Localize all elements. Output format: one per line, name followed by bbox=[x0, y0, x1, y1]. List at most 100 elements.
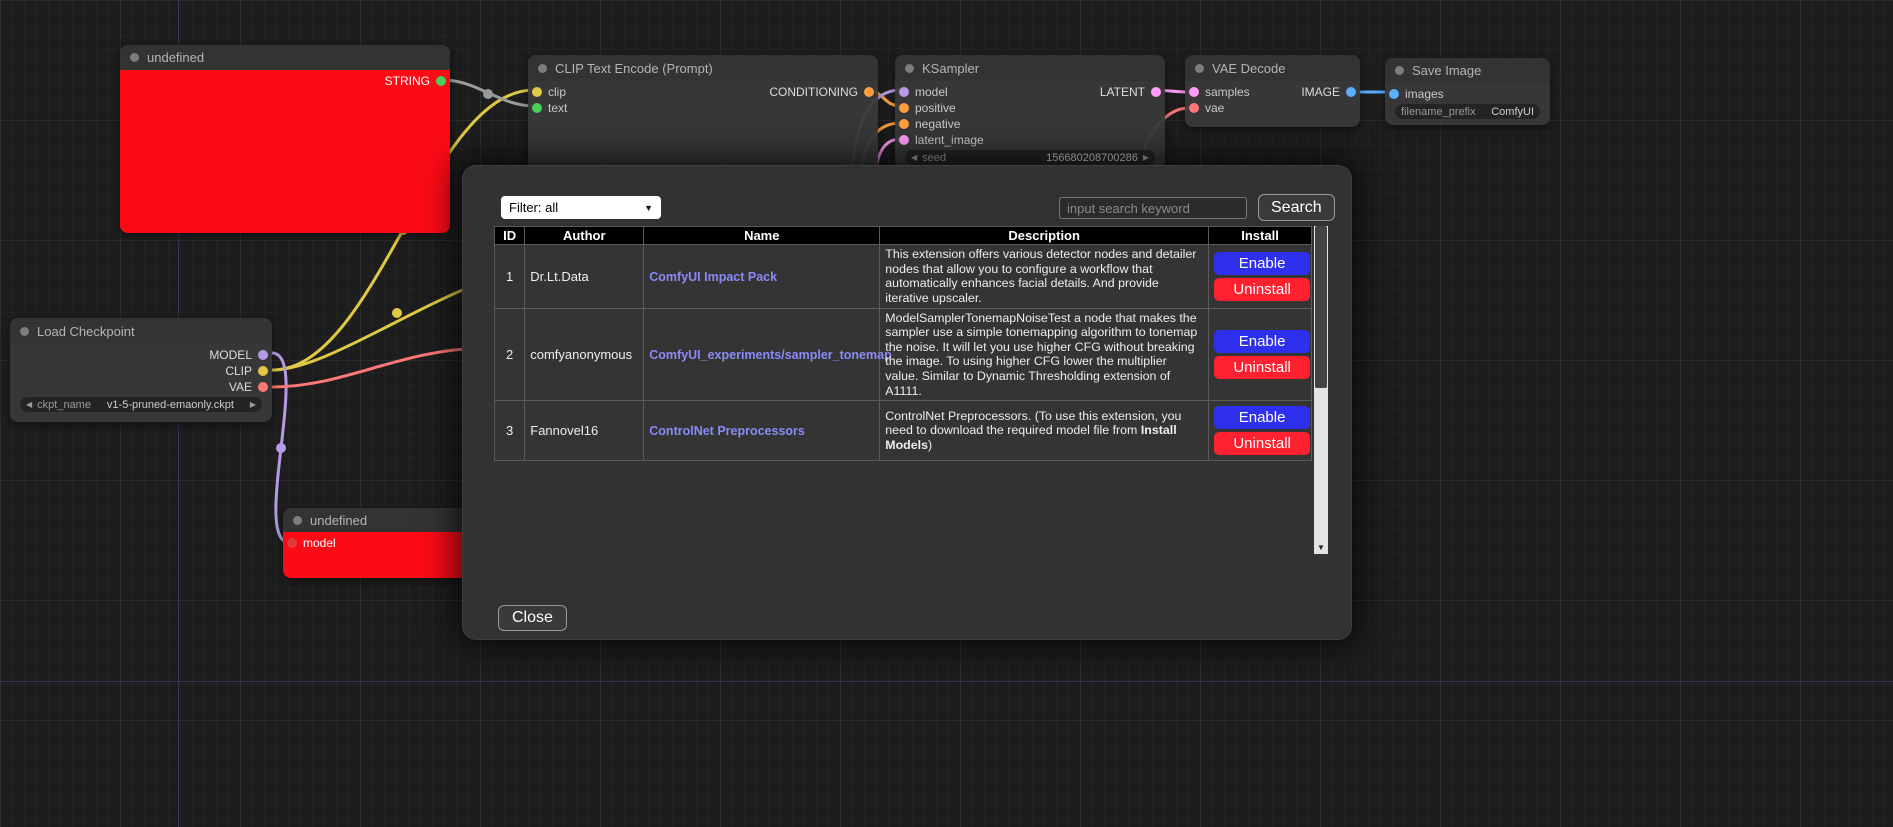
output-dot-vae[interactable] bbox=[258, 382, 268, 392]
enable-button[interactable]: Enable bbox=[1214, 252, 1310, 275]
link-midpoint-dot[interactable] bbox=[483, 89, 493, 99]
seed-widget-label: seed bbox=[922, 152, 946, 164]
seed-increment-arrow[interactable]: ▶ bbox=[1143, 154, 1149, 162]
scrollbar[interactable]: ▼ bbox=[1314, 226, 1328, 554]
node-title: VAE Decode bbox=[1212, 61, 1285, 76]
input-dot-model[interactable] bbox=[899, 87, 909, 97]
input-dot-vae[interactable] bbox=[1189, 103, 1199, 113]
scrollbar-down-arrow-icon[interactable]: ▼ bbox=[1314, 541, 1328, 554]
filename-prefix-label: filename_prefix bbox=[1401, 106, 1476, 118]
extension-link[interactable]: ComfyUI Impact Pack bbox=[649, 270, 777, 284]
extension-description: ControlNet Preprocessors. (To use this e… bbox=[880, 401, 1209, 461]
extension-author: comfyanonymous bbox=[525, 308, 644, 401]
node-title: KSampler bbox=[922, 61, 979, 76]
extension-description: ModelSamplerTonemapNoiseTest a node that… bbox=[880, 308, 1209, 401]
header-install: Install bbox=[1209, 227, 1312, 245]
link-midpoint-dot[interactable] bbox=[276, 443, 286, 453]
node-collapse-dot[interactable] bbox=[1395, 66, 1404, 75]
node-collapse-dot[interactable] bbox=[905, 64, 914, 73]
extensions-table: ID Author Name Description Install 1 Dr.… bbox=[494, 226, 1312, 461]
input-label-latent-image: latent_image bbox=[915, 133, 984, 147]
input-label-samples: samples bbox=[1205, 85, 1250, 99]
ckpt-widget-label: ckpt_name bbox=[37, 399, 91, 411]
manager-dialog: Filter: all ▼ Search ID Author Name Desc… bbox=[462, 165, 1352, 640]
output-label-string: STRING bbox=[385, 74, 430, 88]
output-dot-model[interactable] bbox=[258, 350, 268, 360]
node-vae-decode[interactable]: VAE Decode samples IMAGE vae bbox=[1185, 55, 1360, 127]
extension-description: This extension offers various detector n… bbox=[880, 245, 1209, 309]
output-label-image: IMAGE bbox=[1301, 85, 1340, 99]
header-name: Name bbox=[644, 227, 880, 245]
output-label-conditioning: CONDITIONING bbox=[769, 85, 858, 99]
input-label-clip: clip bbox=[548, 85, 566, 99]
filter-select-value: Filter: all bbox=[509, 200, 558, 215]
node-save-image[interactable]: Save Image images filename_prefix ComfyU… bbox=[1385, 58, 1550, 125]
search-input[interactable] bbox=[1059, 197, 1247, 219]
search-button[interactable]: Search bbox=[1258, 194, 1335, 221]
uninstall-button[interactable]: Uninstall bbox=[1214, 432, 1310, 455]
node-collapse-dot[interactable] bbox=[538, 64, 547, 73]
node-load-checkpoint[interactable]: Load Checkpoint MODEL CLIP VAE ◀ ckpt_na… bbox=[10, 318, 272, 422]
extension-row: 2 comfyanonymous ComfyUI_experiments/sam… bbox=[495, 308, 1312, 401]
input-dot-text[interactable] bbox=[532, 103, 542, 113]
ckpt-widget-value: v1-5-pruned-emaonly.ckpt bbox=[107, 399, 234, 411]
output-label-clip: CLIP bbox=[225, 364, 252, 378]
input-dot-latent-image[interactable] bbox=[899, 135, 909, 145]
extensions-table-container: ID Author Name Description Install 1 Dr.… bbox=[494, 226, 1328, 554]
close-button[interactable]: Close bbox=[498, 605, 567, 631]
input-label-model: model bbox=[915, 85, 948, 99]
enable-button[interactable]: Enable bbox=[1214, 406, 1310, 429]
uninstall-button[interactable]: Uninstall bbox=[1214, 356, 1310, 379]
output-label-model: MODEL bbox=[209, 348, 252, 362]
seed-widget-value: 156680208700286 bbox=[1046, 152, 1138, 164]
output-label-latent: LATENT bbox=[1100, 85, 1145, 99]
output-label-vae: VAE bbox=[229, 380, 252, 394]
extension-id: 1 bbox=[495, 245, 525, 309]
ckpt-prev-arrow[interactable]: ◀ bbox=[26, 401, 32, 409]
filename-prefix-value: ComfyUI bbox=[1491, 106, 1534, 118]
node-collapse-dot[interactable] bbox=[293, 516, 302, 525]
input-dot-model[interactable] bbox=[287, 538, 297, 548]
node-title: Save Image bbox=[1412, 63, 1481, 78]
extension-link[interactable]: ControlNet Preprocessors bbox=[649, 424, 805, 438]
enable-button[interactable]: Enable bbox=[1214, 330, 1310, 353]
input-dot-images[interactable] bbox=[1389, 89, 1399, 99]
output-dot-latent[interactable] bbox=[1151, 87, 1161, 97]
node-title: Load Checkpoint bbox=[37, 324, 135, 339]
seed-widget[interactable]: ◀ seed 156680208700286 ▶ bbox=[905, 150, 1155, 165]
output-dot-clip[interactable] bbox=[258, 366, 268, 376]
extension-id: 2 bbox=[495, 308, 525, 401]
node-ksampler[interactable]: KSampler model LATENT positive negative … bbox=[895, 55, 1165, 169]
seed-decrement-arrow[interactable]: ◀ bbox=[911, 154, 917, 162]
extension-link[interactable]: ComfyUI_experiments/sampler_tonemap bbox=[649, 348, 891, 362]
extension-row: 1 Dr.Lt.Data ComfyUI Impact Pack This ex… bbox=[495, 245, 1312, 309]
ckpt-name-widget[interactable]: ◀ ckpt_name v1-5-pruned-emaonly.ckpt ▶ bbox=[20, 397, 262, 412]
wire-vae-out bbox=[272, 348, 485, 387]
uninstall-button[interactable]: Uninstall bbox=[1214, 278, 1310, 301]
node-collapse-dot[interactable] bbox=[130, 53, 139, 62]
header-author: Author bbox=[525, 227, 644, 245]
input-dot-clip[interactable] bbox=[532, 87, 542, 97]
node-collapse-dot[interactable] bbox=[20, 327, 29, 336]
table-header-row: ID Author Name Description Install bbox=[495, 227, 1312, 245]
output-dot-image[interactable] bbox=[1346, 87, 1356, 97]
extension-id: 3 bbox=[495, 401, 525, 461]
node-undefined-bottom[interactable]: undefined model bbox=[283, 508, 483, 578]
node-undefined-top[interactable]: undefined STRING bbox=[120, 45, 450, 233]
input-label-images: images bbox=[1405, 87, 1444, 101]
output-dot-string[interactable] bbox=[436, 76, 446, 86]
node-clip-text-encode[interactable]: CLIP Text Encode (Prompt) clip CONDITION… bbox=[528, 55, 878, 176]
filter-select[interactable]: Filter: all ▼ bbox=[501, 196, 661, 219]
input-dot-negative[interactable] bbox=[899, 119, 909, 129]
output-dot-conditioning[interactable] bbox=[864, 87, 874, 97]
node-collapse-dot[interactable] bbox=[1195, 64, 1204, 73]
input-label-positive: positive bbox=[915, 101, 956, 115]
ckpt-next-arrow[interactable]: ▶ bbox=[250, 401, 256, 409]
input-dot-positive[interactable] bbox=[899, 103, 909, 113]
input-dot-samples[interactable] bbox=[1189, 87, 1199, 97]
node-title: CLIP Text Encode (Prompt) bbox=[555, 61, 713, 76]
scrollbar-thumb[interactable] bbox=[1315, 226, 1327, 388]
link-midpoint-dot[interactable] bbox=[392, 308, 402, 318]
node-title: undefined bbox=[310, 513, 367, 528]
filename-prefix-widget[interactable]: filename_prefix ComfyUI bbox=[1395, 104, 1540, 119]
